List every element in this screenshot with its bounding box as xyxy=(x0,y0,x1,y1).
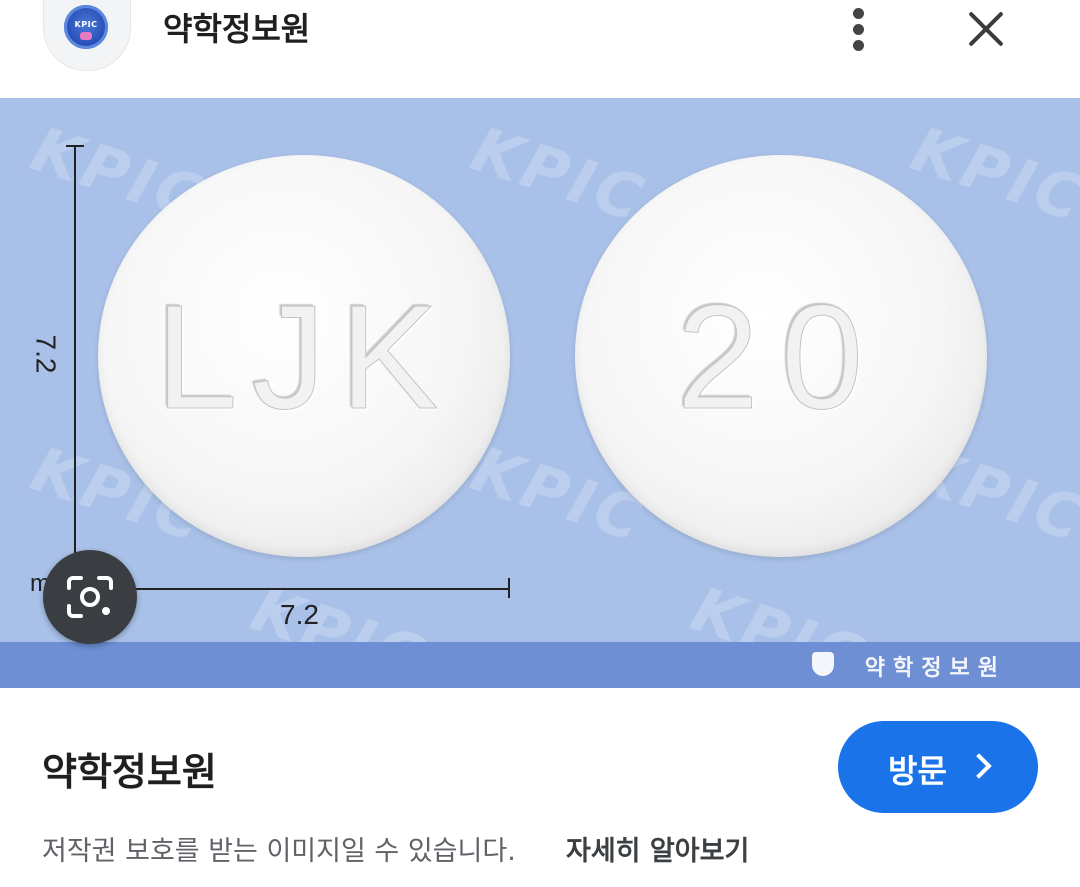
banner-text: 약학정보원 xyxy=(864,656,1006,681)
google-lens-icon xyxy=(67,576,113,618)
chevron-right-icon xyxy=(966,753,992,779)
source-title[interactable]: 약학정보원 xyxy=(42,741,217,796)
scale-vertical-label: 7.2 xyxy=(30,334,62,374)
learn-more-link[interactable]: 자세히 알아보기 xyxy=(566,829,749,868)
close-icon[interactable] xyxy=(960,4,1012,56)
tablet-back-imprint: 20 xyxy=(676,275,886,441)
kpic-logo-icon: KPIC xyxy=(64,5,108,49)
watermark: KPIC xyxy=(463,112,655,237)
emblem-icon xyxy=(812,652,834,676)
tablet-front: LJK xyxy=(98,155,510,557)
visit-button[interactable]: 방문 xyxy=(838,721,1038,813)
tablet-back: 20 xyxy=(575,155,987,557)
scale-horizontal-label: 7.2 xyxy=(280,599,319,630)
more-vertical-icon[interactable] xyxy=(838,6,880,54)
visit-label: 방문 xyxy=(888,753,947,789)
copyright-notice: 저작권 보호를 받는 이미지일 수 있습니다. xyxy=(42,836,516,867)
tablet-front-imprint: LJK xyxy=(155,275,453,441)
scale-vertical-cap xyxy=(66,145,84,147)
site-favicon[interactable]: KPIC xyxy=(43,0,131,71)
scale-vertical-line xyxy=(74,145,76,560)
source-banner: 약학정보원 xyxy=(0,642,1080,688)
pill-image[interactable]: KPIC KPIC KPIC KPIC KPIC KPIC KPIC KPIC … xyxy=(0,98,1080,688)
google-lens-button[interactable] xyxy=(43,550,137,644)
scale-horizontal-cap xyxy=(508,578,510,598)
header-title[interactable]: 약학정보원 xyxy=(163,4,310,50)
scale-horizontal-line xyxy=(74,588,510,590)
viewer-header: KPIC 약학정보원 xyxy=(0,0,1080,98)
site-logo-text: KPIC xyxy=(74,20,98,29)
